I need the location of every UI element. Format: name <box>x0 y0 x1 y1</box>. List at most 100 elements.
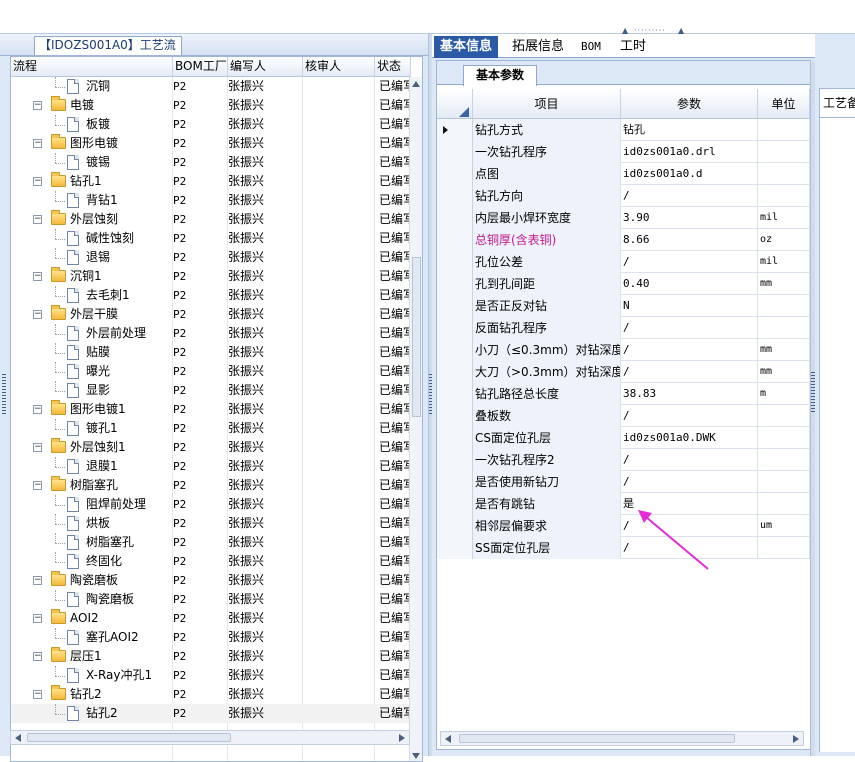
hscroll-thumb[interactable] <box>459 734 735 743</box>
param-row[interactable]: 叠板数 / <box>437 405 810 427</box>
tree-row[interactable]: 外层前处理 P2 张振兴 已编写 <box>11 324 411 343</box>
param-value-cell[interactable]: 0.40 <box>621 273 758 295</box>
process-tree-vscrollbar[interactable] <box>409 77 422 761</box>
tree-folder-row[interactable]: − 图形电镀1 P2 张振兴 已编写 <box>11 400 411 419</box>
param-value-cell[interactable]: 8.66 <box>621 229 758 251</box>
tree-row[interactable]: 镀孔1 P2 张振兴 已编写 <box>11 419 411 438</box>
collapse-toggle-icon[interactable]: − <box>33 481 42 490</box>
collapse-toggle-icon[interactable]: − <box>33 443 42 452</box>
row-indicator[interactable] <box>437 251 473 273</box>
row-indicator[interactable] <box>437 163 473 185</box>
tab-basic-info[interactable]: 基本信息 <box>434 36 499 58</box>
scroll-down-icon[interactable] <box>412 753 420 759</box>
tree-folder-row[interactable]: − 外层蚀刻 P2 张振兴 已编写 <box>11 210 411 229</box>
tree-row[interactable]: 去毛刺1 P2 张振兴 已编写 <box>11 286 411 305</box>
tree-row[interactable]: 曝光 P2 张振兴 已编写 <box>11 362 411 381</box>
col-header-status[interactable]: 状态 <box>375 57 411 77</box>
collapse-toggle-icon[interactable]: − <box>33 139 42 148</box>
param-value-cell[interactable]: 3.90 <box>621 207 758 229</box>
col-header-bom[interactable]: BOM工厂 <box>173 57 228 77</box>
tree-row[interactable]: X-Ray冲孔1 P2 张振兴 已编写 <box>11 666 411 685</box>
param-row[interactable]: 孔位公差 / mil <box>437 251 810 273</box>
tree-row[interactable]: 镀锡 P2 张振兴 已编写 <box>11 153 411 172</box>
tree-row[interactable]: 背钻1 P2 张振兴 已编写 <box>11 191 411 210</box>
param-value-cell[interactable]: 钻孔 <box>621 119 758 141</box>
param-value-cell[interactable]: / <box>621 339 758 361</box>
tree-row[interactable]: 树脂塞孔 P2 张振兴 已编写 <box>11 533 411 552</box>
tree-row[interactable]: 沉铜 P2 张振兴 已编写 <box>11 77 411 96</box>
tree-folder-row[interactable]: − 图形电镀 P2 张振兴 已编写 <box>11 134 411 153</box>
scroll-left-icon[interactable] <box>15 734 21 742</box>
tree-row[interactable]: 显影 P2 张振兴 已编写 <box>11 381 411 400</box>
param-row[interactable]: 是否有跳钻是 <box>437 493 810 515</box>
param-value-cell[interactable]: / <box>621 405 758 427</box>
param-value-cell[interactable]: id0zs001a0.d <box>621 163 758 185</box>
tab-basic-params[interactable]: 基本参数 <box>463 65 537 86</box>
tree-row[interactable]: 烘板 P2 张振兴 已编写 <box>11 514 411 533</box>
collapse-toggle-icon[interactable]: − <box>33 652 42 661</box>
param-value-cell[interactable]: 38.83 <box>621 383 758 405</box>
tree-row[interactable]: 贴膜 P2 张振兴 已编写 <box>11 343 411 362</box>
col-header-writer[interactable]: 编写人 <box>228 57 303 77</box>
row-indicator[interactable] <box>437 515 473 537</box>
tree-row[interactable]: 阻焊前处理 P2 张振兴 已编写 <box>11 495 411 514</box>
param-row[interactable]: SS面定位孔层 / <box>437 537 810 559</box>
tree-row[interactable]: 塞孔AOI2 P2 张振兴 已编写 <box>11 628 411 647</box>
tree-row[interactable]: 退锡 P2 张振兴 已编写 <box>11 248 411 267</box>
param-row[interactable]: 一次钻孔程序 id0zs001a0.drl <box>437 141 810 163</box>
hscroll-thumb[interactable] <box>27 733 231 742</box>
left-edge-handle[interactable] <box>2 374 6 414</box>
row-indicator[interactable] <box>437 361 473 383</box>
param-value-cell[interactable]: / <box>621 251 758 273</box>
col-header-param[interactable]: 参数 <box>621 89 758 119</box>
tab-bom[interactable]: BOM <box>575 36 607 58</box>
collapse-toggle-icon[interactable]: − <box>33 177 42 186</box>
process-tree-hscrollbar[interactable] <box>10 730 410 745</box>
col-header-unit[interactable]: 单位 <box>758 89 810 119</box>
scroll-right-icon[interactable] <box>399 734 405 742</box>
row-indicator[interactable] <box>437 493 473 515</box>
param-value-cell[interactable]: id0zs001a0.drl <box>621 141 758 163</box>
param-row[interactable]: CS面定位孔层 id0zs001a0.DWK <box>437 427 810 449</box>
tree-folder-row[interactable]: − 层压1 P2 张振兴 已编写 <box>11 647 411 666</box>
scroll-thumb[interactable] <box>412 257 421 417</box>
tree-folder-row[interactable]: − 沉铜1 P2 张振兴 已编写 <box>11 267 411 286</box>
scroll-left-icon[interactable] <box>445 735 451 743</box>
row-indicator[interactable] <box>437 449 473 471</box>
col-header-item[interactable]: 项目 <box>473 89 621 119</box>
param-value-cell[interactable]: / <box>621 471 758 493</box>
tree-row[interactable]: 板镀 P2 张振兴 已编写 <box>11 115 411 134</box>
row-indicator[interactable] <box>437 119 473 141</box>
row-indicator[interactable] <box>437 185 473 207</box>
row-indicator[interactable] <box>437 317 473 339</box>
col-header-reviewer[interactable]: 核审人 <box>303 57 375 77</box>
row-indicator[interactable] <box>437 273 473 295</box>
tree-folder-row[interactable]: − 外层蚀刻1 P2 张振兴 已编写 <box>11 438 411 457</box>
param-row[interactable]: 钻孔方式 钻孔 <box>437 119 810 141</box>
tree-row[interactable]: 终固化 P2 张振兴 已编写 <box>11 552 411 571</box>
row-indicator[interactable] <box>437 405 473 427</box>
collapse-toggle-icon[interactable]: − <box>33 690 42 699</box>
row-indicator[interactable] <box>437 207 473 229</box>
param-row[interactable]: 总铜厚(含表铜) 8.66 oz <box>437 229 810 251</box>
param-value-cell[interactable]: id0zs001a0.DWK <box>621 427 758 449</box>
collapse-toggle-icon[interactable]: − <box>33 576 42 585</box>
row-indicator[interactable] <box>437 537 473 559</box>
param-row[interactable]: 反面钻孔程序 / <box>437 317 810 339</box>
param-row[interactable]: 小刀（≤0.3mm）对钻深度 / mm <box>437 339 810 361</box>
row-indicator[interactable] <box>437 471 473 493</box>
row-indicator[interactable] <box>437 229 473 251</box>
collapse-toggle-icon[interactable]: − <box>33 215 42 224</box>
param-row[interactable]: 钻孔路径总长度 38.83 m <box>437 383 810 405</box>
row-indicator[interactable] <box>437 427 473 449</box>
collapse-toggle-icon[interactable]: − <box>33 614 42 623</box>
param-row[interactable]: 是否正反对钻 N <box>437 295 810 317</box>
tree-row[interactable]: 钻孔2 P2 张振兴 已编写 <box>11 704 411 723</box>
param-row[interactable]: 大刀（>0.3mm）对钻深度 / mm <box>437 361 810 383</box>
param-row[interactable]: 是否使用新钻刀 / <box>437 471 810 493</box>
param-row[interactable]: 内层最小焊环宽度 3.90 mil <box>437 207 810 229</box>
param-row[interactable]: 点图 id0zs001a0.d <box>437 163 810 185</box>
collapse-toggle-icon[interactable]: − <box>33 310 42 319</box>
tree-folder-row[interactable]: − AOI2 P2 张振兴 已编写 <box>11 609 411 628</box>
param-value-cell[interactable]: N <box>621 295 758 317</box>
